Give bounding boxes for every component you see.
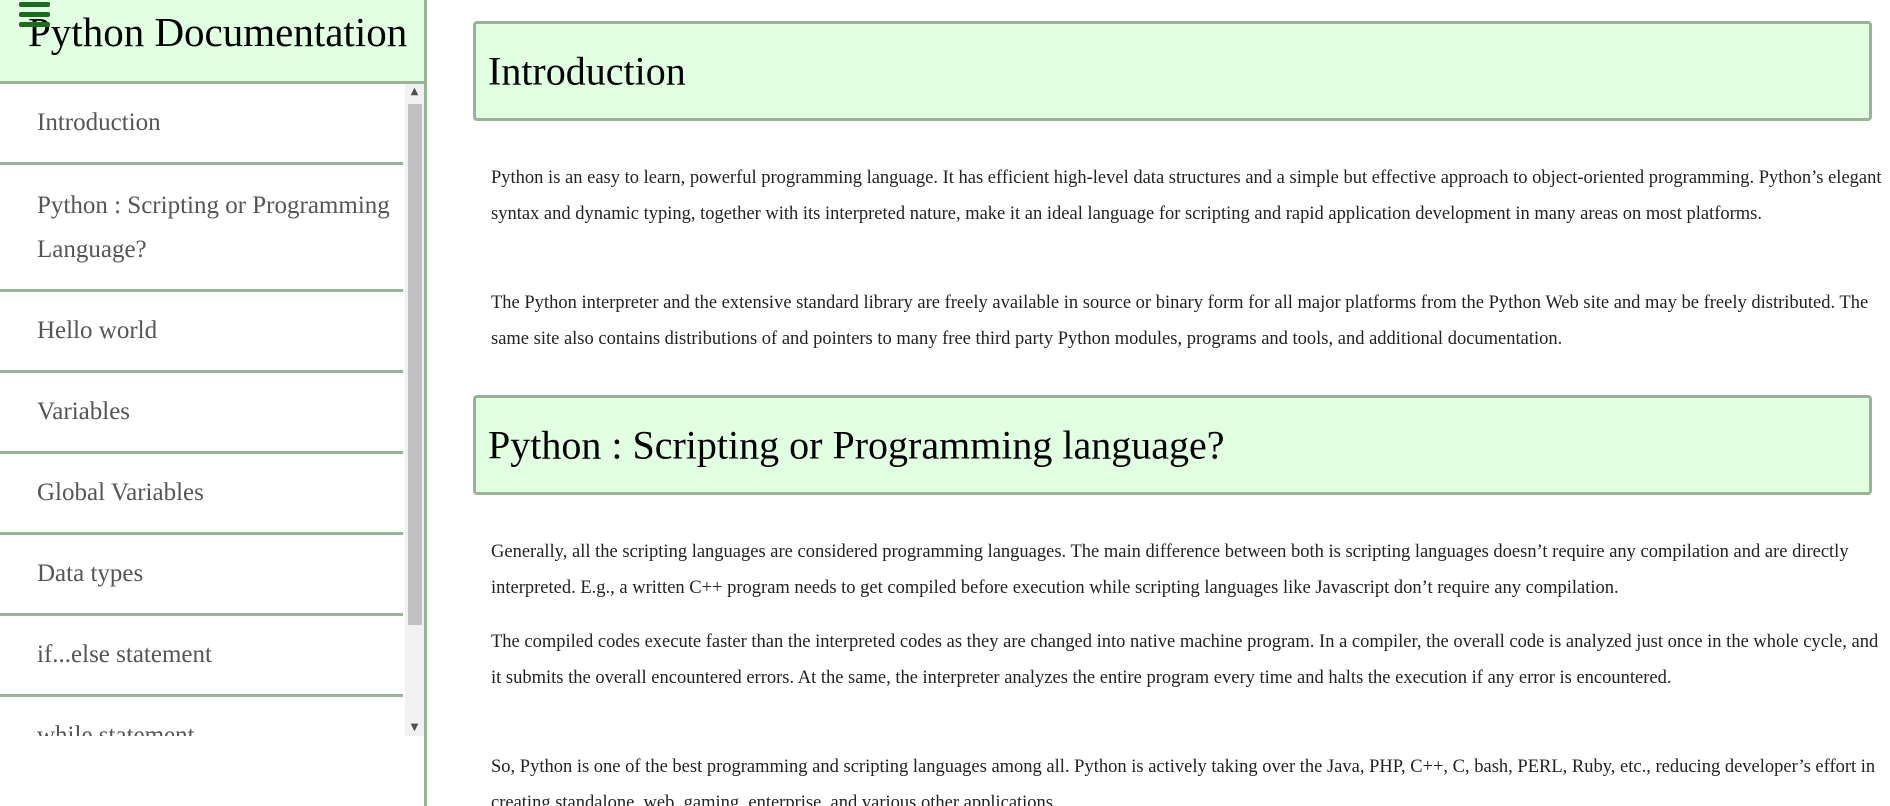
sidebar-item-hello-world[interactable]: Hello world — [0, 292, 403, 373]
section-header: Python : Scripting or Programming langua… — [473, 395, 1872, 495]
sidebar-title: Python Documentation — [28, 9, 408, 55]
paragraph: Generally, all the scripting languages a… — [491, 542, 1849, 598]
sidebar-nav-list: Introduction Python : Scripting or Progr… — [0, 84, 403, 736]
hamburger-menu-icon[interactable] — [19, 2, 50, 29]
scroll-up-arrow-icon[interactable]: ▲ — [405, 84, 424, 100]
sidebar: Python Documentation Introduction Python… — [0, 0, 427, 806]
sidebar-item-data-types[interactable]: Data types — [0, 535, 403, 616]
sidebar-item-scripting-or-programming[interactable]: Python : Scripting or Programming Langua… — [0, 165, 403, 292]
section-header: Introduction — [473, 21, 1872, 121]
sidebar-item-if-else-statement[interactable]: if...else statement — [0, 616, 403, 697]
main-content: Introduction Python is an easy to learn,… — [430, 0, 1890, 806]
sidebar-item-global-variables[interactable]: Global Variables — [0, 454, 403, 535]
section-heading: Python : Scripting or Programming langua… — [488, 422, 1225, 468]
sidebar-item-variables[interactable]: Variables — [0, 373, 403, 454]
sidebar-item-while-statement[interactable]: while statement — [0, 697, 403, 736]
sidebar-header: Python Documentation — [0, 0, 424, 84]
scrollbar-thumb[interactable] — [408, 104, 422, 625]
sidebar-item-introduction[interactable]: Introduction — [0, 84, 403, 165]
paragraph: The Python interpreter and the extensive… — [491, 293, 1869, 349]
paragraph: The compiled codes execute faster than t… — [491, 632, 1879, 688]
paragraph: So, Python is one of the best programmin… — [491, 757, 1876, 806]
scroll-down-arrow-icon[interactable]: ▼ — [405, 720, 424, 736]
paragraph: Python is an easy to learn, powerful pro… — [491, 168, 1882, 224]
section-heading: Introduction — [488, 48, 686, 94]
sidebar-scrollbar[interactable]: ▲ ▼ — [405, 84, 424, 736]
